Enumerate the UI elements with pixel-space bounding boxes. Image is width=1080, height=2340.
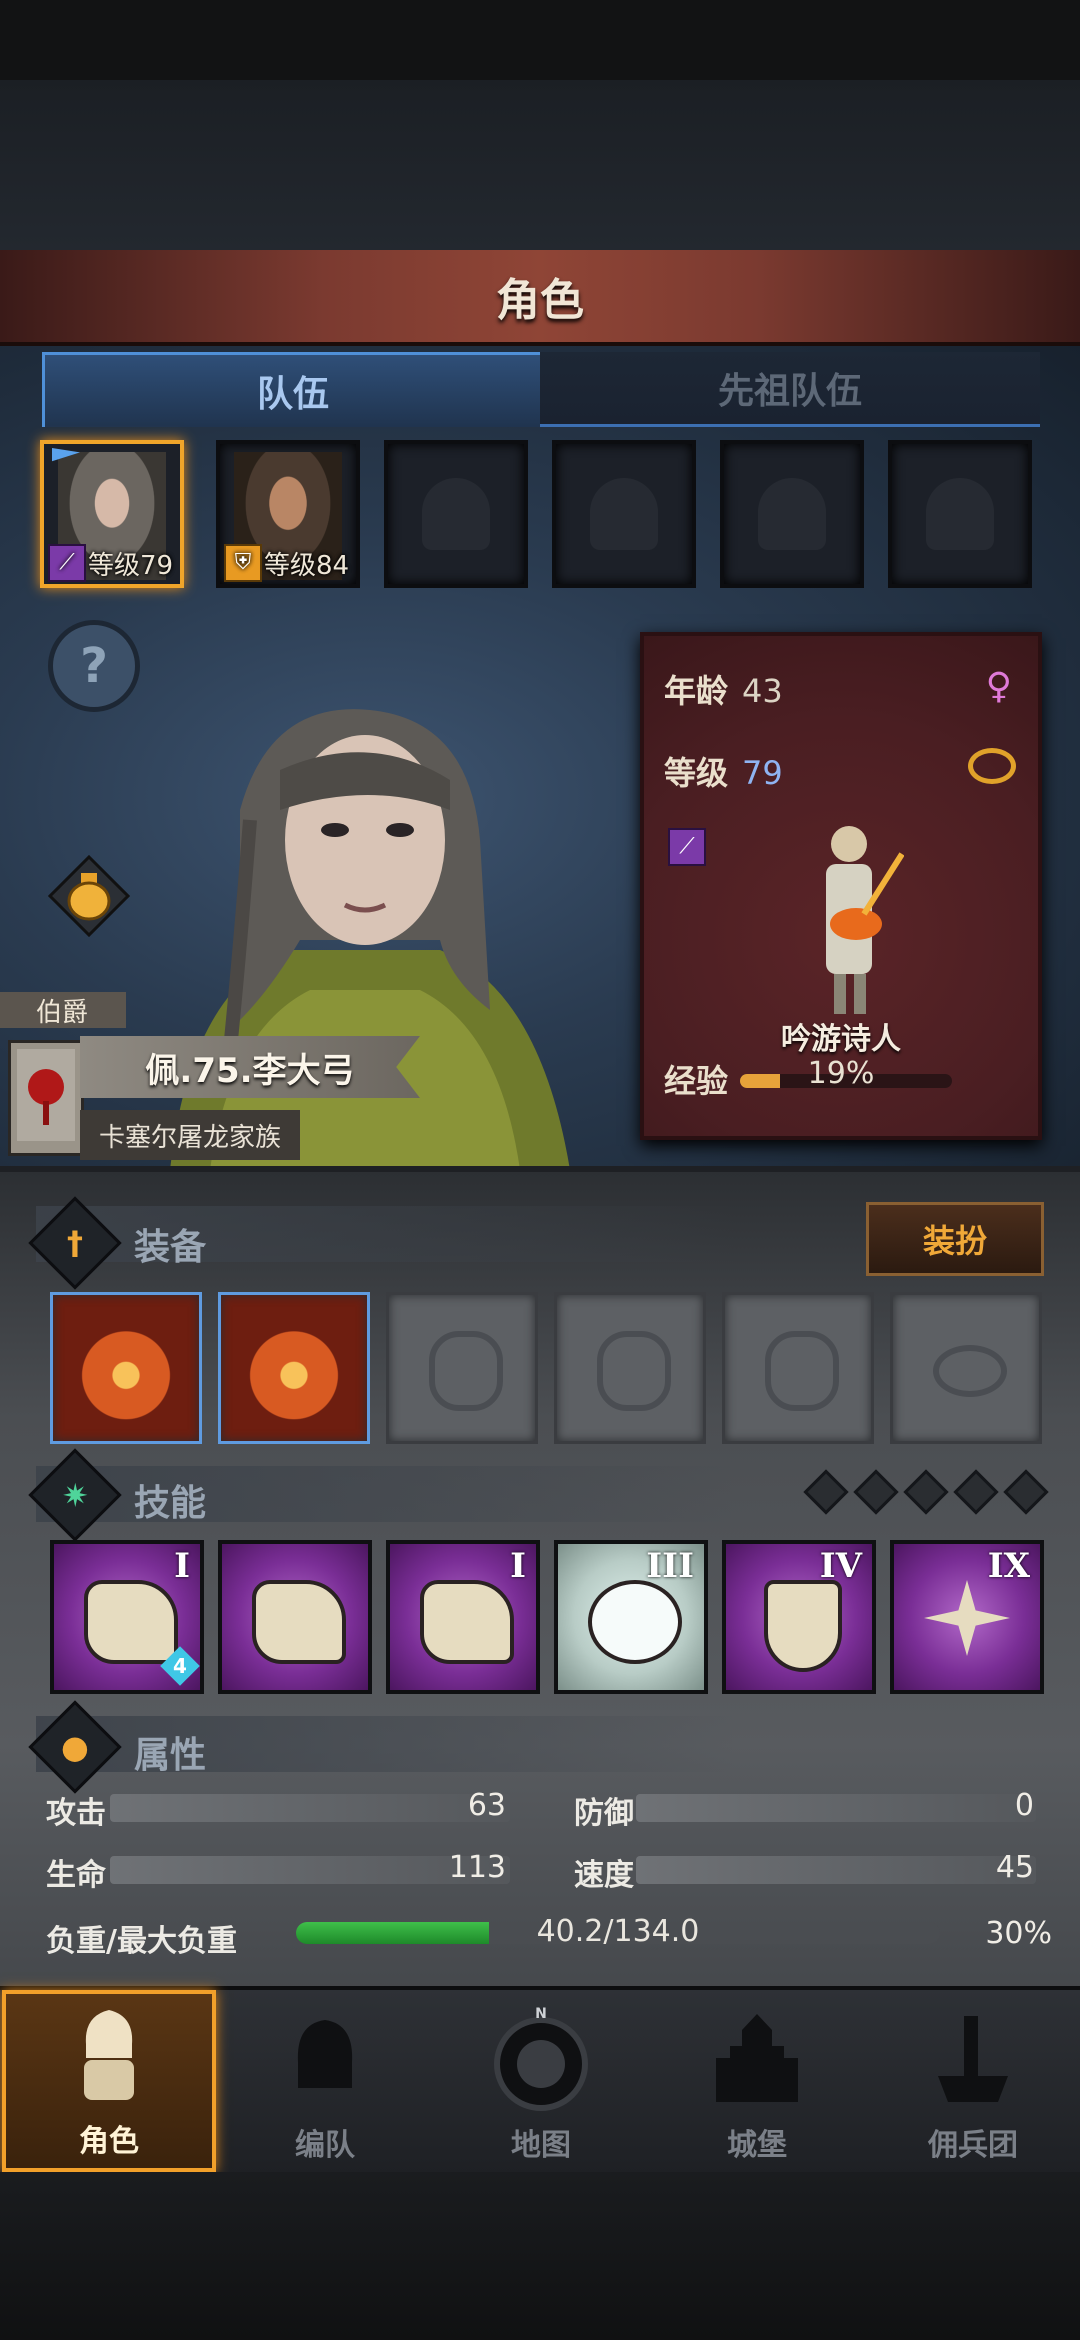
svg-text:N: N	[535, 2006, 547, 2022]
helmet-group-icon	[297, 2020, 353, 2088]
hp-label: 生命	[46, 1858, 106, 1893]
bard-figure	[826, 826, 904, 1014]
weight-percent: 30%	[985, 1916, 1052, 1951]
party-slot-4[interactable]	[552, 440, 696, 588]
burst-icon	[588, 1580, 682, 1664]
hero-portrait	[170, 709, 570, 1170]
nav-mercenary[interactable]: 佣兵团	[866, 1990, 1080, 2172]
top-band	[0, 80, 1080, 250]
hp-value: 113	[448, 1850, 506, 1885]
dress-up-button[interactable]: 装扮	[866, 1202, 1044, 1276]
castle-icon	[716, 2014, 798, 2102]
party-slot-5[interactable]	[720, 440, 864, 588]
crystal-hand-icon	[420, 1580, 514, 1664]
title-banner: 角色	[0, 250, 1080, 346]
skill-badge: 4	[160, 1646, 200, 1686]
equip-slot-weapon[interactable]	[50, 1292, 202, 1444]
tab-ancestor-team[interactable]: 先祖队伍	[540, 352, 1040, 427]
nav-castle[interactable]: 城堡	[650, 1990, 864, 2172]
nav-map[interactable]: N 地图	[434, 1990, 648, 2172]
boots-icon	[765, 1331, 839, 1411]
party-level: 等级79	[88, 550, 174, 581]
defense-label: 防御	[574, 1796, 634, 1831]
empty-helmet-icon	[422, 478, 490, 550]
compass-icon: N	[494, 2006, 588, 2111]
party-slot-1[interactable]: ⟋ 等级79	[40, 440, 184, 588]
weight-label: 负重/最大负重	[46, 1924, 237, 1959]
skill-slot-2[interactable]	[218, 1540, 372, 1694]
speed-value: 45	[995, 1850, 1034, 1885]
empty-helmet-icon	[590, 478, 658, 550]
tab-team[interactable]: 队伍	[42, 352, 544, 427]
ring-icon[interactable]	[968, 748, 1016, 784]
equipment-title: 装备	[134, 1227, 207, 1268]
skill-slot-5[interactable]: IV	[722, 1540, 876, 1694]
skill-slot-3[interactable]: I	[386, 1540, 540, 1694]
age-value: 43	[742, 672, 783, 710]
class-name: 吟游诗人	[781, 1022, 901, 1057]
level-label: 等级	[664, 754, 729, 792]
skill-slot-1[interactable]: I 4	[50, 1540, 204, 1694]
music-note-icon	[84, 1580, 178, 1664]
attack-value: 63	[467, 1788, 506, 1823]
noble-rank: 伯爵	[0, 992, 126, 1028]
attack-label: 攻击	[46, 1796, 106, 1831]
equip-slot-boots[interactable]	[722, 1292, 874, 1444]
skill-slot-6[interactable]: IX	[890, 1540, 1044, 1694]
shield-icon: ⛨	[224, 544, 262, 582]
staff-icon: ⟋	[668, 828, 706, 866]
nav-formation[interactable]: 编队	[218, 1990, 432, 2172]
equip-slot-armor[interactable]	[554, 1292, 706, 1444]
party-slot-3[interactable]	[384, 440, 528, 588]
nav-character[interactable]: 角色	[2, 1990, 216, 2172]
character-info-card: 年龄 43 ♀ 等级 79 ⟋ 吟游诗人 经验 19%	[640, 632, 1042, 1140]
staff-icon: ⟋	[48, 544, 86, 582]
attributes-title: 属性	[134, 1735, 207, 1776]
weight-value: 40.2/134.0	[536, 1914, 700, 1949]
bottom-band	[0, 2172, 1080, 2340]
ring-slot-icon	[933, 1345, 1007, 1397]
party-slot-6[interactable]	[888, 440, 1032, 588]
crystal-note-icon	[252, 1580, 346, 1664]
hero-name: 佩.75.李大弓	[80, 1036, 420, 1098]
equip-slot-offhand[interactable]	[218, 1292, 370, 1444]
family-crest-icon	[8, 1040, 84, 1156]
help-button[interactable]: ?	[48, 620, 140, 712]
mercenary-icon	[938, 2016, 1008, 2102]
page-title: 角色	[496, 275, 584, 326]
cross-star-icon	[924, 1580, 1010, 1656]
skills-title: 技能	[134, 1483, 207, 1524]
equip-slot-ring[interactable]	[890, 1292, 1042, 1444]
helmet-icon	[429, 1331, 503, 1411]
party-level: 等级84	[264, 550, 350, 581]
family-name: 卡塞尔屠龙家族	[80, 1110, 300, 1160]
knight-icon	[84, 2010, 134, 2100]
female-icon: ♀	[985, 666, 1012, 707]
speed-label: 速度	[574, 1858, 634, 1893]
armor-icon	[597, 1331, 671, 1411]
equip-slot-helmet[interactable]	[386, 1292, 538, 1444]
skill-slot-4[interactable]: III	[554, 1540, 708, 1694]
empty-helmet-icon	[758, 478, 826, 550]
party-slot-2[interactable]: ⛨ 等级84	[216, 440, 360, 588]
shield-skill-icon	[764, 1580, 842, 1672]
potion-icon[interactable]	[48, 855, 130, 937]
defense-value: 0	[1014, 1788, 1034, 1823]
exp-percent: 19%	[807, 1056, 875, 1091]
level-value: 79	[742, 754, 783, 792]
age-label: 年龄	[664, 672, 729, 710]
empty-helmet-icon	[926, 478, 994, 550]
